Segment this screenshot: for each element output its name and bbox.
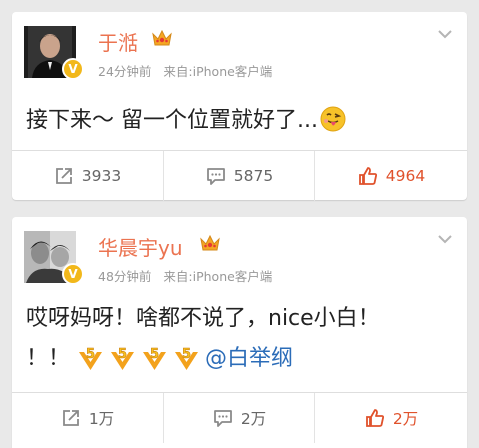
like-button[interactable]: 2万 [314,393,468,443]
thumbs-up-icon [358,167,377,185]
comment-count: 5875 [233,167,274,185]
chevron-down-icon[interactable] [437,28,453,40]
verified-badge-icon: V [62,58,84,80]
comment-icon [213,410,232,427]
username[interactable]: 于湉 [98,27,138,56]
repost-button[interactable]: 3933 [12,151,163,201]
post-meta: 24分钟前 来自:iPhone客户端 [98,61,272,80]
level-badge-number: 5 [86,347,95,362]
repost-button[interactable]: 1万 [12,393,163,443]
post-text: 哎呀妈呀！啥都不说了，nice小白！ [26,306,380,331]
level-badge-icon: 5 [143,347,167,370]
post-time: 24分钟前 [98,64,152,79]
verified-badge-icon: V [62,263,84,285]
level-badge-icon: 5 [79,347,103,370]
repost-count: 1万 [88,410,115,428]
level-badge-number: 5 [118,347,127,362]
level-badge-icon: 5 [175,347,199,370]
mention-link[interactable]: @白举纲 [205,346,293,371]
crown-icon [152,29,172,46]
weibo-post-card: V 华晨宇yu 48分钟前 来自:iPhone客户端 哎呀妈呀！啥都不说了，nic… [12,217,467,448]
thumbs-up-icon [365,409,384,427]
like-count: 2万 [392,410,419,428]
post-content: 接下来～ 留一个位置就好了... [26,106,346,135]
comment-count: 2万 [240,410,267,428]
level-badge-icon: 5 [111,347,135,370]
action-bar: 3933 5875 4964 [12,150,467,201]
repost-count: 3933 [81,167,122,185]
comment-button[interactable]: 5875 [163,151,315,201]
username[interactable]: 华晨宇yu [98,232,183,261]
post-text: ！！ [26,346,71,371]
crown-icon [200,234,220,251]
post-source: 来自:iPhone客户端 [163,64,273,79]
post-text: 接下来～ 留一个位置就好了... [26,108,318,133]
post-content-line: 哎呀妈呀！啥都不说了，nice小白！ [26,305,380,333]
comment-icon [206,168,225,185]
post-source: 来自:iPhone客户端 [163,269,273,284]
like-button[interactable]: 4964 [314,151,468,201]
tongue-out-emoji-icon [320,106,346,132]
action-bar: 1万 2万 2万 [12,392,467,443]
like-count: 4964 [385,167,426,185]
post-meta: 48分钟前 来自:iPhone客户端 [98,266,272,285]
repost-icon [55,168,72,184]
post-time: 48分钟前 [98,269,152,284]
level-badge-number: 5 [182,347,191,362]
chevron-down-icon[interactable] [437,233,453,245]
repost-icon [62,410,79,426]
post-content-line: ！！ 5 5 5 5 @白举纲 [26,344,293,373]
weibo-post-card: V 于湉 24分钟前 来自:iPhone客户端 接下来～ 留一个位置就好了... … [12,12,467,201]
comment-button[interactable]: 2万 [163,393,315,443]
level-badge-number: 5 [150,347,159,362]
